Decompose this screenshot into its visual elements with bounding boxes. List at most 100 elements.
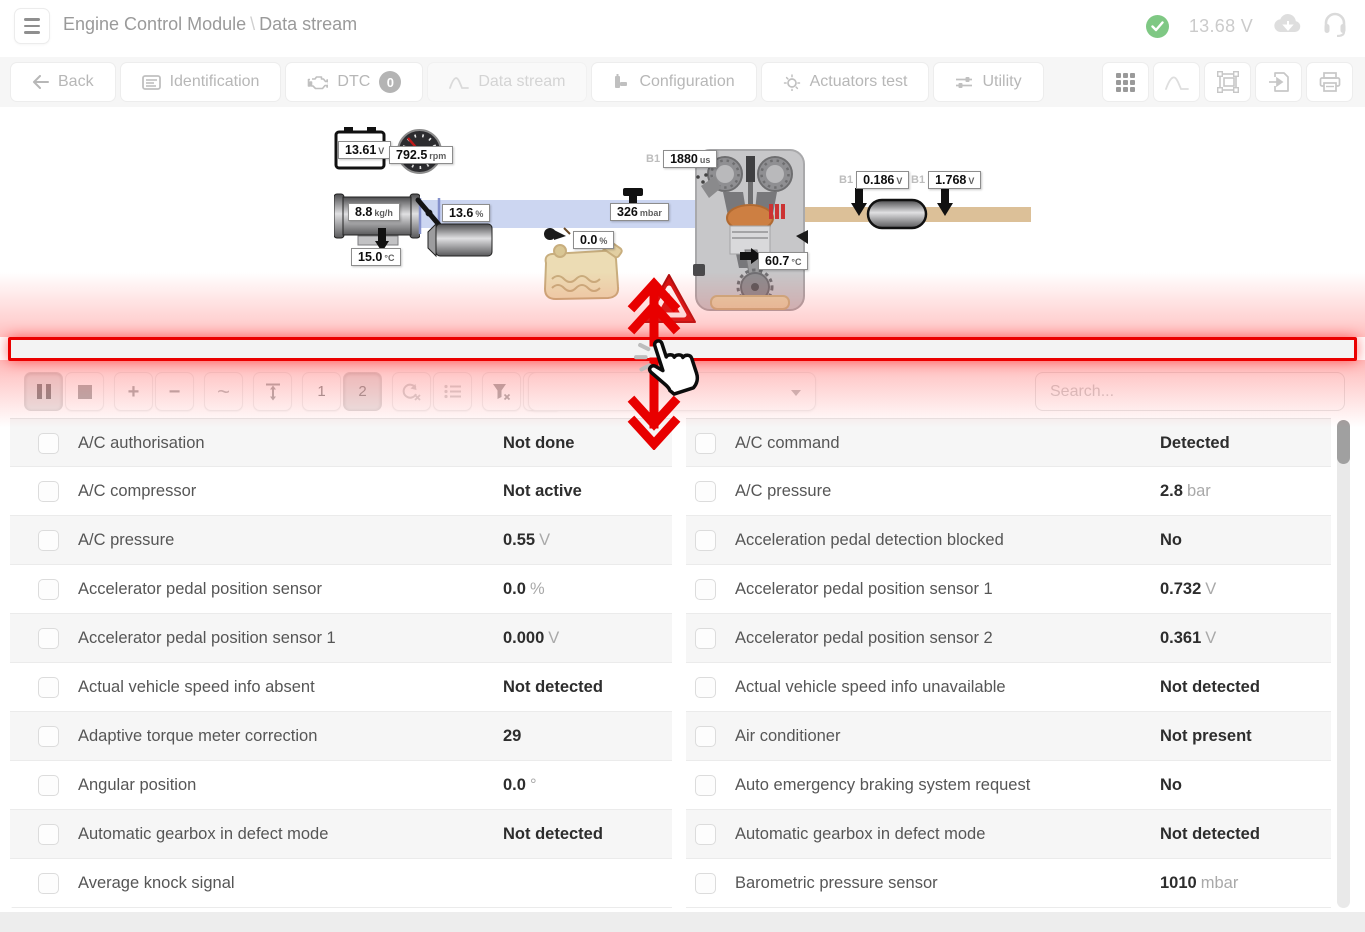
value-text: Not active bbox=[503, 482, 582, 500]
parameter-name: Barometric pressure sensor bbox=[735, 859, 938, 907]
resize-divider-handle[interactable] bbox=[8, 337, 1357, 361]
value-unit: bar bbox=[1187, 482, 1211, 500]
tab-dtc[interactable]: DTC 0 bbox=[285, 62, 423, 102]
back-button[interactable]: Back bbox=[10, 62, 116, 102]
row-checkbox[interactable] bbox=[38, 824, 59, 845]
fit-vertical-icon bbox=[265, 383, 281, 401]
grid-view-button[interactable] bbox=[1102, 62, 1149, 102]
battery-voltage-label: 13.61V bbox=[338, 141, 391, 159]
tab-label: Actuators test bbox=[810, 73, 908, 91]
row-checkbox[interactable] bbox=[695, 726, 716, 747]
o2-upstream-label: B10.186V bbox=[839, 171, 909, 189]
tab-actuators-test[interactable]: Actuators test bbox=[761, 62, 930, 102]
value-text: Not detected bbox=[503, 825, 603, 843]
row-checkbox[interactable] bbox=[38, 579, 59, 600]
row-checkbox[interactable] bbox=[38, 530, 59, 551]
search-input[interactable] bbox=[1035, 372, 1345, 411]
parameter-value: 0.732V bbox=[1160, 565, 1216, 613]
row-checkbox[interactable] bbox=[38, 726, 59, 747]
reservoir-tank-icon bbox=[540, 241, 626, 303]
parameter-name: Actual vehicle speed info unavailable bbox=[735, 663, 1006, 711]
row-checkbox[interactable] bbox=[695, 873, 716, 894]
fit-height-button[interactable] bbox=[253, 372, 292, 411]
print-button[interactable] bbox=[1306, 62, 1353, 102]
parameter-name: Automatic gearbox in defect mode bbox=[78, 810, 328, 858]
o2-downstream-label: B11.768V bbox=[911, 171, 981, 189]
parameter-value: 29 bbox=[503, 712, 525, 760]
parameter-name: Automatic gearbox in defect mode bbox=[735, 810, 985, 858]
stop-button[interactable] bbox=[65, 372, 104, 411]
view-actions bbox=[1102, 62, 1353, 102]
row-checkbox[interactable] bbox=[38, 677, 59, 698]
row-checkbox[interactable] bbox=[38, 873, 59, 894]
value-unit: mbar bbox=[1201, 874, 1239, 892]
table-row: Barometric pressure sensor1010mbar bbox=[686, 859, 1331, 908]
row-checkbox[interactable] bbox=[695, 628, 716, 649]
wave-icon: ~ bbox=[217, 381, 230, 403]
cloud-download-icon[interactable] bbox=[1273, 13, 1303, 40]
two-column-button[interactable]: 2 bbox=[343, 372, 382, 411]
value-unit: V bbox=[1205, 629, 1216, 647]
value-text: Not detected bbox=[1160, 825, 1260, 843]
breadcrumb: Engine Control Module\Data stream bbox=[63, 14, 357, 35]
one-column-button[interactable]: 1 bbox=[302, 372, 341, 411]
parameter-name: Accelerator pedal position sensor 2 bbox=[735, 614, 993, 662]
selected-list-button[interactable] bbox=[433, 372, 472, 411]
table-row: Accelerator pedal position sensor 10.732… bbox=[686, 565, 1331, 614]
zoom-out-button[interactable]: − bbox=[155, 372, 194, 411]
value-text: No bbox=[1160, 776, 1182, 794]
row-checkbox[interactable] bbox=[695, 677, 716, 698]
row-checkbox[interactable] bbox=[38, 433, 59, 454]
hamburger-menu-button[interactable] bbox=[14, 8, 50, 44]
graph-view-button[interactable] bbox=[1153, 62, 1200, 102]
printer-icon bbox=[1319, 72, 1341, 92]
screenshot-area-button[interactable] bbox=[1204, 62, 1251, 102]
row-checkbox[interactable] bbox=[695, 775, 716, 796]
catalytic-converter-icon bbox=[866, 198, 928, 230]
tab-data-stream[interactable]: Data stream bbox=[427, 62, 587, 102]
parameter-name: A/C compressor bbox=[78, 467, 196, 515]
tab-configuration[interactable]: Configuration bbox=[591, 62, 756, 102]
row-checkbox[interactable] bbox=[38, 628, 59, 649]
parameter-name: Angular position bbox=[78, 761, 196, 809]
export-report-button[interactable] bbox=[1255, 62, 1302, 102]
value-text: Not detected bbox=[503, 678, 603, 696]
table-row: A/C compressor Not active bbox=[10, 467, 672, 516]
row-checkbox[interactable] bbox=[695, 824, 716, 845]
refresh-cancel-icon bbox=[402, 383, 421, 401]
tab-identification[interactable]: Identification bbox=[120, 62, 282, 102]
group-select-dropdown[interactable] bbox=[528, 372, 816, 411]
parameter-name: Acceleration pedal detection blocked bbox=[735, 516, 1004, 564]
reset-selection-button[interactable] bbox=[392, 372, 431, 411]
clear-filter-button[interactable] bbox=[482, 372, 521, 411]
row-checkbox[interactable] bbox=[695, 433, 716, 454]
table-scrollbar[interactable] bbox=[1337, 420, 1350, 908]
row-checkbox[interactable] bbox=[695, 579, 716, 600]
sliders-icon bbox=[955, 75, 973, 90]
parameter-name: A/C command bbox=[735, 419, 840, 467]
header-status: 13.68 V bbox=[1146, 0, 1347, 52]
value-text: 2.8 bbox=[1160, 482, 1183, 500]
tab-utility[interactable]: Utility bbox=[933, 62, 1043, 102]
o2-sensor-upstream-icon bbox=[848, 188, 870, 218]
row-checkbox[interactable] bbox=[38, 775, 59, 796]
value-unit: V bbox=[548, 629, 559, 647]
pause-button[interactable] bbox=[24, 372, 63, 411]
table-row: Angular position0.0° bbox=[10, 761, 672, 810]
row-checkbox[interactable] bbox=[38, 481, 59, 502]
scrollbar-thumb[interactable] bbox=[1337, 420, 1350, 464]
zoom-in-button[interactable]: + bbox=[114, 372, 153, 411]
connection-ok-icon bbox=[1146, 15, 1169, 38]
value-text: 0.0 bbox=[503, 580, 526, 598]
value-text: 29 bbox=[503, 727, 521, 745]
graph-mode-button[interactable]: ~ bbox=[204, 372, 243, 411]
value-unit: % bbox=[530, 580, 545, 598]
table-row: Automatic gearbox in defect mode Not dete… bbox=[686, 810, 1331, 859]
row-checkbox[interactable] bbox=[695, 530, 716, 551]
value-text: Not detected bbox=[1160, 678, 1260, 696]
chart-curve-icon bbox=[1165, 74, 1189, 91]
row-checkbox[interactable] bbox=[695, 481, 716, 502]
pause-icon bbox=[37, 384, 51, 399]
parameter-value: 0.361V bbox=[1160, 614, 1216, 662]
headset-icon[interactable] bbox=[1323, 11, 1347, 42]
